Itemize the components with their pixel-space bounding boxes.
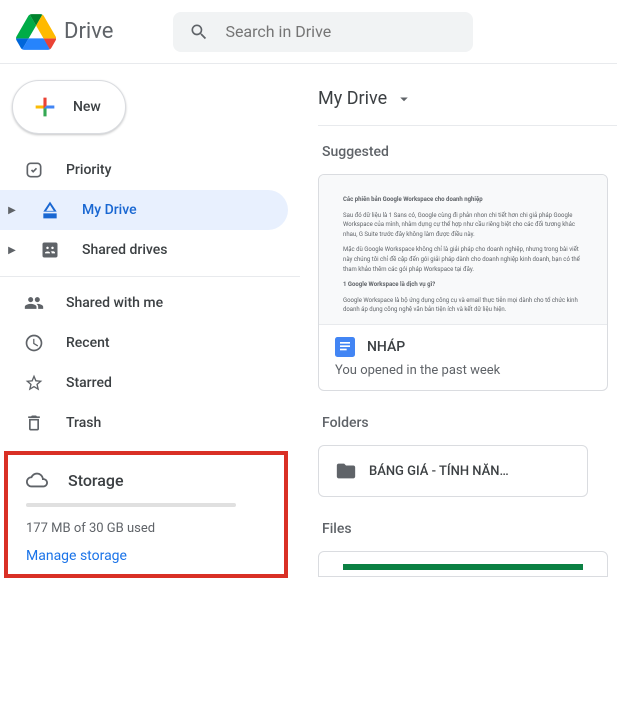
sidebar-item-label: My Drive (82, 202, 137, 218)
sidebar-item-label: Priority (66, 162, 111, 178)
storage-section: Storage 177 MB of 30 GB used Manage stor… (4, 451, 288, 578)
storage-header[interactable]: Storage (26, 465, 272, 503)
docs-icon (335, 337, 355, 357)
folder-icon (335, 460, 357, 482)
new-button[interactable]: New (12, 80, 126, 134)
sidebar-item-label: Starred (66, 375, 112, 391)
file-subtext: You opened in the past week (335, 363, 591, 378)
drive-logo[interactable]: Drive (16, 12, 113, 52)
my-drive-icon (38, 200, 62, 220)
sidebar-item-label: Shared drives (82, 242, 167, 258)
app-name: Drive (64, 19, 113, 44)
sidebar: New Priority ▶ My Drive ▶ Shared drives (0, 64, 300, 703)
star-icon (22, 373, 46, 393)
storage-progress-bar (26, 503, 236, 507)
cloud-icon (26, 469, 48, 491)
manage-storage-link[interactable]: Manage storage (26, 548, 272, 564)
document-preview: Các phiên bản Google Workspace cho doanh… (319, 175, 607, 325)
shared-with-me-icon (22, 293, 46, 313)
file-preview-bar (343, 564, 583, 570)
breadcrumb[interactable]: My Drive (318, 80, 617, 126)
new-button-label: New (73, 99, 101, 115)
drive-logo-icon (16, 12, 56, 52)
plus-icon (31, 93, 59, 121)
suggested-header: Suggested (322, 144, 617, 160)
suggested-file-card[interactable]: Các phiên bản Google Workspace cho doanh… (318, 174, 608, 391)
chevron-right-icon[interactable]: ▶ (6, 205, 18, 216)
sidebar-item-priority[interactable]: Priority (0, 150, 288, 190)
file-name: NHÁP (367, 339, 405, 355)
sidebar-item-starred[interactable]: Starred (0, 363, 288, 403)
chevron-right-icon[interactable]: ▶ (6, 245, 18, 256)
folders-header: Folders (322, 415, 617, 431)
card-footer: NHÁP You opened in the past week (319, 325, 607, 390)
shared-drives-icon (38, 240, 62, 260)
divider (0, 276, 300, 277)
folder-item[interactable]: BÁNG GIÁ - TÍNH NĂN… (318, 445, 588, 497)
priority-icon (22, 160, 46, 180)
sidebar-item-label: Shared with me (66, 295, 163, 311)
search-container (173, 12, 617, 52)
search-box[interactable] (173, 12, 473, 52)
trash-icon (22, 413, 46, 433)
chevron-down-icon (395, 90, 413, 108)
main-layout: New Priority ▶ My Drive ▶ Shared drives (0, 64, 617, 703)
sidebar-item-shared-with-me[interactable]: Shared with me (0, 283, 288, 323)
file-card[interactable] (318, 551, 608, 577)
sidebar-item-label: Trash (66, 415, 101, 431)
recent-icon (22, 333, 46, 353)
search-input[interactable] (225, 22, 457, 41)
sidebar-item-recent[interactable]: Recent (0, 323, 288, 363)
files-row (318, 551, 617, 577)
sidebar-item-label: Recent (66, 335, 110, 351)
sidebar-item-shared-drives[interactable]: ▶ Shared drives (0, 230, 288, 270)
main-content: My Drive Suggested Các phiên bản Google … (300, 64, 617, 703)
files-header: Files (322, 521, 617, 537)
sidebar-item-trash[interactable]: Trash (0, 403, 288, 443)
search-icon (189, 22, 209, 42)
breadcrumb-label: My Drive (318, 88, 387, 109)
folder-name: BÁNG GIÁ - TÍNH NĂN… (369, 464, 509, 479)
storage-label: Storage (68, 471, 124, 490)
app-header: Drive (0, 0, 617, 64)
sidebar-item-my-drive[interactable]: ▶ My Drive (0, 190, 288, 230)
storage-usage-text: 177 MB of 30 GB used (26, 521, 272, 536)
